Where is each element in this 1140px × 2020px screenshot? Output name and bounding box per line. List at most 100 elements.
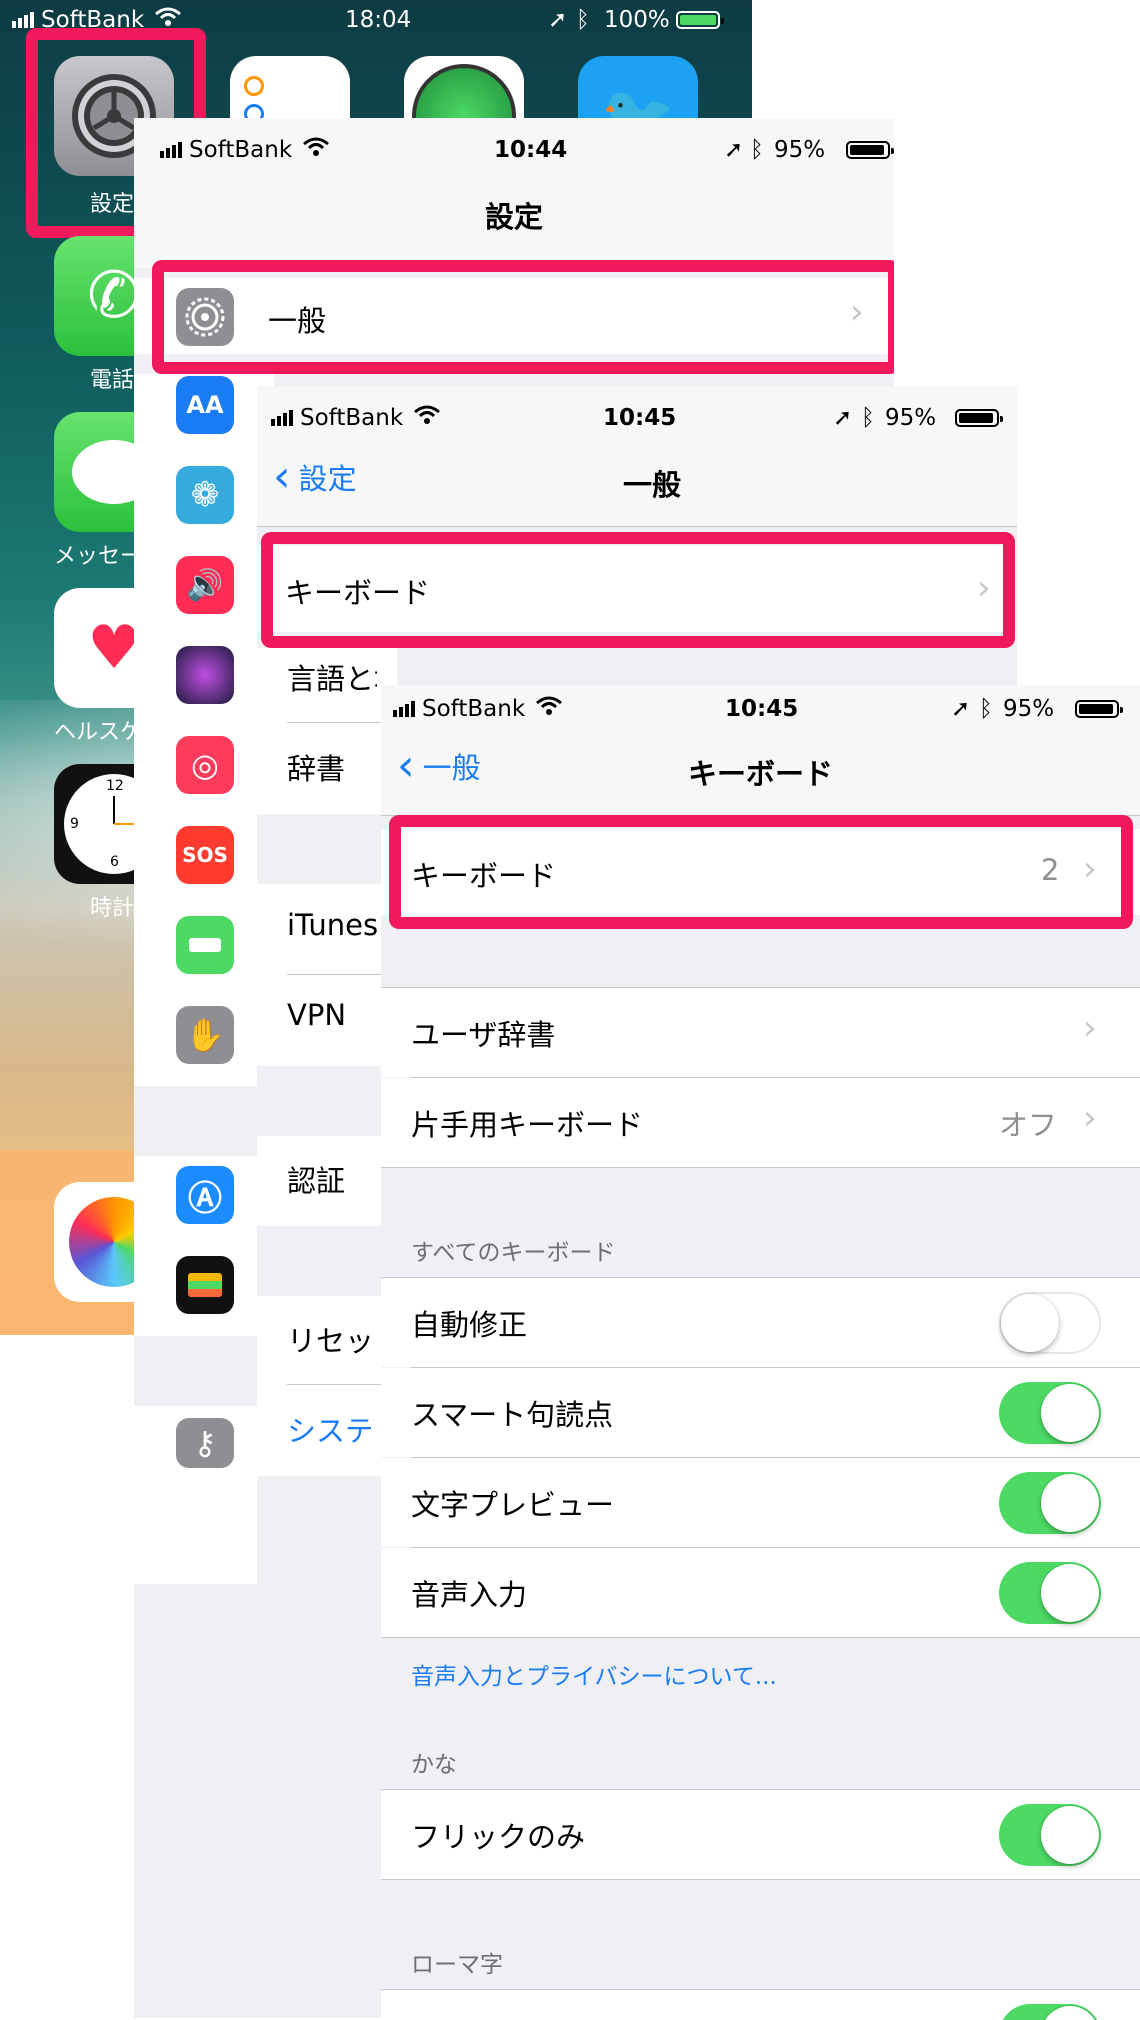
general-row-language[interactable]: 言語と地域	[287, 656, 377, 698]
wallet-icon	[176, 1256, 234, 1314]
wifi-icon	[535, 696, 563, 722]
keyboard-status-bar: SoftBank 10:45 ➚ ᛒ 95%	[381, 687, 1140, 731]
highlight-general-row	[152, 260, 894, 374]
flick-only-label: フリックのみ	[411, 1820, 586, 1854]
heart-icon: ♥	[87, 613, 141, 683]
settings-title: 設定	[484, 200, 543, 234]
section-gap	[134, 1336, 274, 1406]
toggle-knob	[1001, 1294, 1059, 1352]
battery-percent: 95%	[1003, 696, 1055, 722]
autocorrect-toggle[interactable]	[999, 1292, 1101, 1354]
signal-icon	[12, 12, 34, 28]
battery-icon	[676, 11, 724, 29]
smart-punctuation-toggle[interactable]	[999, 1382, 1101, 1444]
bluetooth-icon: ᛒ	[861, 405, 875, 431]
clock-number: 9	[70, 816, 79, 832]
carrier-label: SoftBank	[300, 405, 404, 431]
location-icon: ➚	[548, 7, 568, 33]
general-row-dictionary[interactable]: 辞書	[287, 746, 345, 788]
all-keyboards-header: すべてのキーボード	[411, 1240, 616, 1266]
settings-app-label: 設定	[90, 192, 135, 217]
general-row-shutdown[interactable]: システム	[287, 1408, 371, 1450]
privacy-icon: ✋	[176, 1006, 234, 1064]
time-label: 18:04	[345, 7, 412, 33]
keyboard-row-smart-punctuation: スマート句読点	[381, 1368, 1140, 1457]
wallet-cards-icon	[188, 1273, 222, 1297]
one-handed-label: 片手用キーボード	[411, 1108, 644, 1142]
toggle-knob	[1041, 1474, 1099, 1532]
reminder-dot-icon	[244, 76, 264, 96]
highlight-keyboards-row	[389, 815, 1133, 929]
wallpaper-icon: ❁	[176, 466, 234, 524]
character-preview-toggle[interactable]	[999, 1472, 1101, 1534]
location-icon: ➚	[724, 137, 744, 163]
passwords-icon: ⚷	[176, 1418, 234, 1468]
keyboard-row-character-preview: 文字プレビュー	[381, 1458, 1140, 1547]
section-gap	[257, 814, 397, 884]
chevron-right-icon: ›	[1083, 1008, 1097, 1048]
siri-icon	[176, 646, 234, 704]
battery-icon	[846, 141, 894, 159]
battery-settings-icon	[176, 916, 234, 974]
sos-icon: SOS	[176, 826, 234, 884]
bluetooth-icon: ᛒ	[576, 7, 590, 33]
keyboard-row-one-handed[interactable]: 片手用キーボード オフ ›	[381, 1078, 1140, 1167]
dictation-privacy-link[interactable]: 音声入力とプライバシーについて...	[411, 1657, 777, 1691]
sounds-icon: 🔊	[176, 556, 234, 614]
battery-percent: 95%	[885, 405, 937, 431]
dictation-label: 音声入力	[411, 1578, 528, 1612]
highlight-keyboard-row	[261, 532, 1015, 648]
battery-percent: 100%	[604, 7, 670, 33]
one-handed-value: オフ	[999, 1108, 1058, 1142]
keyboard-row-romaji-partial	[381, 1990, 1140, 2020]
keyboard-row-dictation: 音声入力	[381, 1548, 1140, 1637]
phone-icon: ✆	[87, 259, 141, 333]
phone-app-label: 電話	[90, 368, 135, 393]
section-gap	[257, 1066, 397, 1136]
settings-status-bar: SoftBank 10:44 ➚ ᛒ 95%	[134, 128, 894, 172]
display-icon: AA	[176, 376, 234, 434]
location-icon: ➚	[951, 696, 971, 722]
separator	[381, 1637, 1140, 1638]
kana-header: かな	[411, 1752, 457, 1778]
toggle-knob	[1041, 1806, 1099, 1864]
general-row-vpn[interactable]: VPN	[287, 998, 346, 1032]
wifi-icon	[413, 405, 441, 431]
general-bottom-gap	[257, 1476, 397, 1732]
smart-punctuation-label: スマート句読点	[411, 1398, 614, 1432]
touch-id-icon: ◎	[176, 736, 234, 794]
keyboard-row-user-dictionary[interactable]: ユーザ辞書 ›	[381, 988, 1140, 1077]
time-label: 10:45	[603, 405, 677, 431]
flick-only-toggle[interactable]	[999, 1804, 1101, 1866]
keyboard-row-flick-only: フリックのみ	[381, 1790, 1140, 1879]
section-gap	[134, 1086, 274, 1156]
time-label: 10:44	[494, 137, 568, 163]
dictation-toggle[interactable]	[999, 1562, 1101, 1624]
romaji-toggle[interactable]	[999, 2004, 1101, 2020]
clock-app-label: 時計	[90, 896, 135, 921]
general-row-reset[interactable]: リセット	[287, 1318, 371, 1360]
clock-number: 6	[110, 854, 119, 870]
separator	[381, 1879, 1140, 1880]
signal-icon	[271, 410, 293, 426]
wifi-icon	[302, 137, 330, 163]
toggle-knob	[1041, 1384, 1099, 1442]
autocorrect-label: 自動修正	[411, 1308, 528, 1342]
signal-icon	[393, 701, 415, 717]
user-dictionary-label: ユーザ辞書	[411, 1018, 556, 1052]
romaji-header: ローマ字	[411, 1952, 503, 1978]
toggle-knob	[1041, 1564, 1099, 1622]
carrier-label: SoftBank	[422, 696, 526, 722]
battery-shape-icon	[189, 938, 221, 952]
clock-number: 12	[106, 778, 124, 794]
separator	[381, 1167, 1140, 1168]
keyboard-title: キーボード	[687, 757, 833, 791]
toggle-knob	[1041, 2006, 1099, 2020]
time-label: 10:45	[725, 696, 799, 722]
general-status-bar: SoftBank 10:45 ➚ ᛒ 95%	[257, 396, 1017, 440]
general-row-regulatory[interactable]: 認証	[287, 1158, 345, 1200]
app-store-icon: Ⓐ	[176, 1166, 234, 1224]
battery-percent: 95%	[774, 137, 826, 163]
chevron-right-icon: ›	[1083, 1098, 1097, 1138]
general-title: 一般	[622, 468, 681, 502]
